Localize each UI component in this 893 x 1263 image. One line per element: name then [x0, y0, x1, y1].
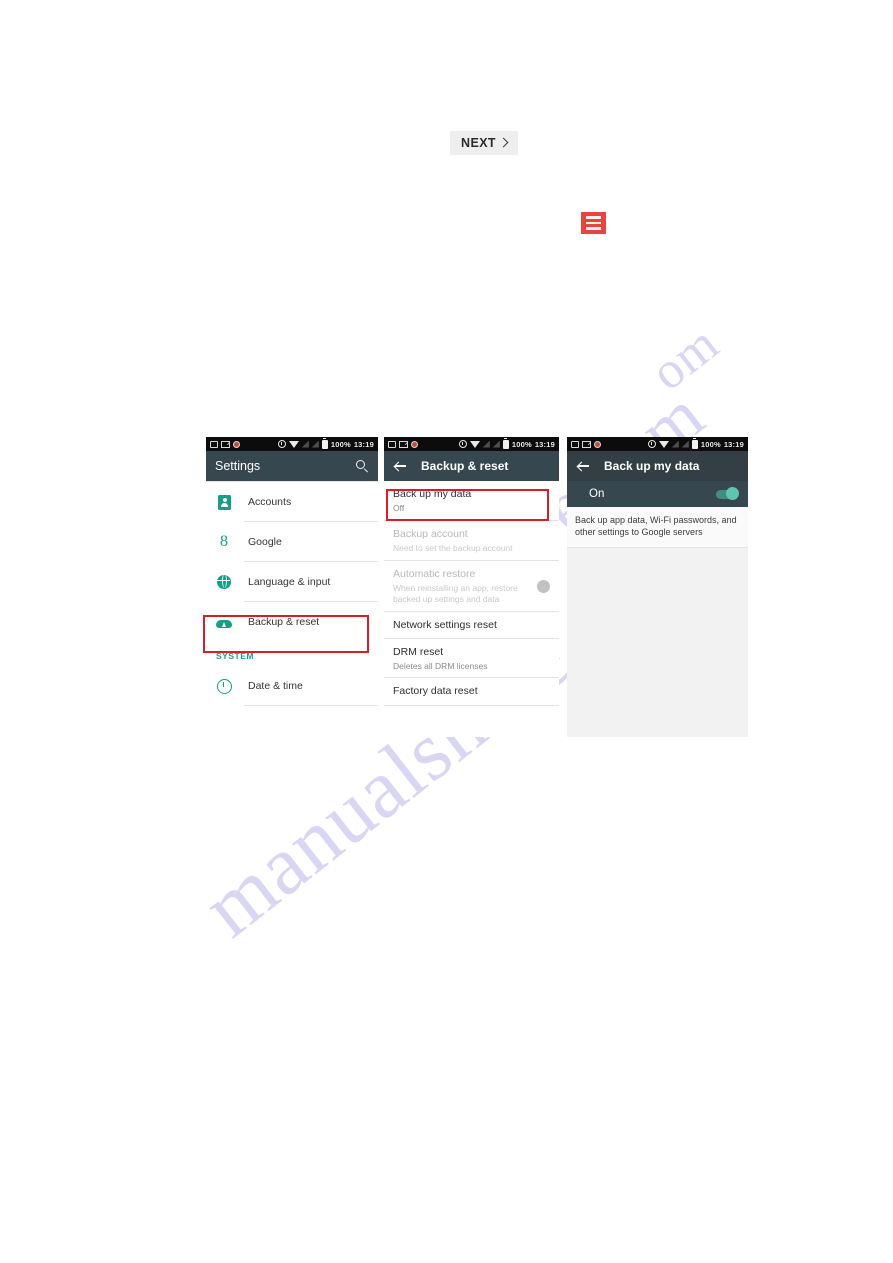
page-title: Back up my data: [604, 459, 700, 473]
sidebar-item-label: Accounts: [248, 496, 292, 508]
list-item-title: Backup account: [393, 527, 468, 540]
list-item-back-up-my-data[interactable]: Back up my data Off: [384, 481, 559, 521]
alarm-red-icon: [233, 440, 240, 448]
list-item-subtitle: When reinstalling an app, restore backed…: [393, 582, 518, 604]
status-time: 13:19: [534, 439, 555, 449]
sidebar-item-language-input[interactable]: Language & input: [206, 562, 378, 602]
automatic-restore-toggle[interactable]: [537, 579, 550, 593]
list-item-backup-account: Backup account Need to set the backup ac…: [384, 520, 559, 561]
backup-reset-list: Back up my data Off Backup account Need …: [384, 481, 559, 737]
phone-screenshot-back-up-my-data: 100% 13:19 Back up my data On Back up ap…: [567, 437, 748, 737]
status-bar: 100% 13:19: [206, 437, 378, 451]
list-item-drm-reset[interactable]: DRM reset Deletes all DRM licenses: [384, 638, 559, 679]
signal-icon: [301, 440, 309, 448]
list-item-subtitle: Off: [393, 503, 405, 514]
battery-icon: [502, 437, 509, 449]
screenshot-icon: [210, 440, 218, 448]
sidebar-item-date-time[interactable]: Date & time: [206, 666, 378, 706]
phone-screenshot-backup-reset: 100% 13:19 Backup & reset Back up my dat…: [384, 437, 559, 737]
list-item-network-settings-reset[interactable]: Network settings reset: [384, 611, 559, 639]
signal-icon: [671, 440, 679, 448]
cloud-upload-icon: [213, 611, 235, 633]
mail-icon: [399, 440, 408, 448]
empty-area: [567, 548, 748, 737]
back-up-my-data-toolbar: Back up my data: [567, 451, 748, 481]
hamburger-menu-icon[interactable]: [581, 212, 606, 234]
back-up-my-data-toggle-row[interactable]: On: [567, 481, 748, 507]
watermark-top: om: [640, 314, 730, 402]
back-arrow-icon[interactable]: [393, 459, 407, 473]
alarm-red-icon: [594, 440, 601, 448]
list-item-factory-data-reset[interactable]: Factory data reset: [384, 678, 559, 706]
chevron-right-icon: [498, 137, 509, 148]
list-item-title: Factory data reset: [393, 685, 478, 698]
sidebar-item-label: Date & time: [248, 680, 303, 692]
list-item-title: Automatic restore: [393, 567, 476, 580]
toggle-state-label: On: [589, 488, 605, 500]
screenshot-icon: [388, 440, 396, 448]
sidebar-item-accounts[interactable]: Accounts: [206, 482, 378, 522]
battery-percent: 100%: [511, 439, 532, 449]
clock-icon: [458, 440, 467, 448]
section-header-system: SYSTEM: [216, 651, 254, 661]
hamburger-bar: [586, 221, 601, 225]
hamburger-bar: [586, 227, 601, 230]
list-item-title: Back up my data: [393, 488, 472, 500]
signal-icon: [492, 440, 500, 448]
next-button[interactable]: NEXT: [450, 131, 518, 155]
accounts-icon: [213, 491, 235, 513]
battery-icon: [321, 437, 328, 449]
divider: [384, 704, 559, 706]
next-button-label: NEXT: [461, 136, 496, 150]
wifi-icon: [288, 440, 299, 448]
sidebar-item-label: Language & input: [248, 576, 331, 588]
phone-screenshot-settings: 100% 13:19 Settings Accounts 8 Google La…: [206, 437, 378, 735]
wifi-icon: [469, 440, 480, 448]
wifi-icon: [658, 440, 669, 448]
signal-icon: [311, 440, 319, 448]
alarm-red-icon: [411, 440, 418, 448]
status-time: 13:19: [353, 439, 374, 449]
battery-percent: 100%: [700, 439, 721, 449]
status-bar: 100% 13:19: [567, 437, 748, 451]
signal-icon: [681, 440, 689, 448]
status-bar: 100% 13:19: [384, 437, 559, 451]
list-item-title: Network settings reset: [393, 618, 497, 631]
hamburger-bar: [586, 216, 601, 219]
list-item-title: DRM reset: [393, 645, 444, 658]
mail-icon: [221, 440, 230, 448]
sidebar-item-label: Google: [248, 536, 282, 548]
page-title: Settings: [215, 459, 261, 473]
clock-icon: [277, 440, 286, 448]
back-arrow-icon[interactable]: [576, 459, 590, 473]
divider: [244, 705, 378, 706]
battery-percent: 100%: [330, 439, 351, 449]
globe-icon: [213, 571, 235, 593]
backup-reset-toolbar: Backup & reset: [384, 451, 559, 481]
list-item-automatic-restore: Automatic restore When reinstalling an a…: [384, 560, 559, 612]
back-up-my-data-switch[interactable]: [716, 487, 739, 501]
mail-icon: [582, 440, 591, 448]
battery-icon: [691, 437, 698, 449]
status-time: 13:19: [723, 439, 744, 449]
page-title: Backup & reset: [421, 459, 509, 473]
screenshot-icon: [571, 440, 579, 448]
sidebar-item-backup-reset[interactable]: Backup & reset: [206, 602, 378, 642]
list-item-subtitle: Need to set the backup account: [393, 542, 513, 553]
sidebar-item-label: Backup & reset: [248, 616, 320, 628]
clock-icon: [647, 440, 656, 448]
signal-icon: [482, 440, 490, 448]
clock-face-icon: [213, 675, 235, 697]
search-icon[interactable]: [356, 459, 369, 473]
back-up-my-data-description: Back up app data, Wi-Fi passwords, and o…: [567, 507, 748, 549]
settings-toolbar: Settings: [206, 451, 378, 481]
google-g-icon: 8: [220, 533, 228, 550]
settings-list: Accounts 8 Google Language & input Backu…: [206, 481, 378, 735]
sidebar-item-google[interactable]: 8 Google: [206, 522, 378, 562]
list-item-subtitle: Deletes all DRM licenses: [393, 660, 488, 671]
